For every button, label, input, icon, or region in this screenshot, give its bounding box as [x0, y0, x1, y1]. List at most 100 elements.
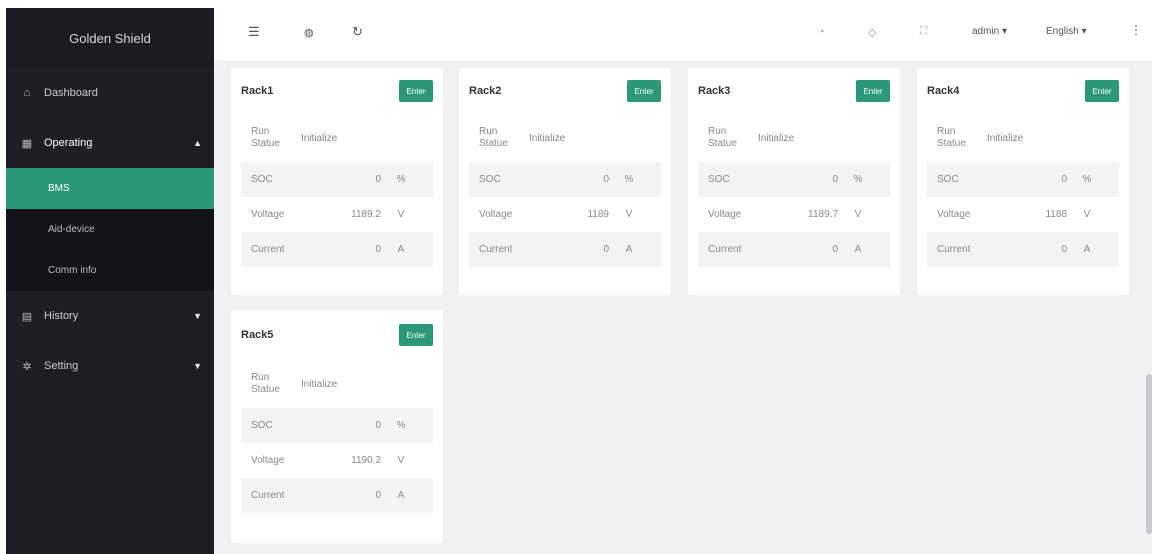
tag-icon[interactable]: ◇	[868, 26, 876, 39]
soc-unit: %	[396, 420, 406, 431]
soc-value: 0	[375, 174, 381, 185]
more-vertical-icon[interactable]: ⋮	[1130, 23, 1142, 37]
enter-button[interactable]: Enter	[399, 324, 433, 346]
enter-button[interactable]: Enter	[856, 80, 890, 102]
run-status-label: Run Statue	[479, 126, 508, 149]
current-label: Current	[251, 490, 285, 501]
sidebar-item-label: Setting	[44, 360, 79, 372]
voltage-label: Voltage	[479, 209, 513, 220]
run-status-row: Run Statue Initialize	[698, 114, 890, 162]
current-unit: A	[1083, 244, 1091, 255]
main-content: Rack1 Enter Run Statue Initialize SOC 0 …	[214, 62, 1152, 554]
sidebar-item-bms[interactable]: BMS	[6, 168, 214, 209]
voltage-value: 1189.7	[808, 209, 838, 220]
voltage-label: Voltage	[251, 209, 285, 220]
run-status-value: Initialize	[529, 132, 566, 144]
globe-icon[interactable]: ◍	[304, 26, 314, 39]
current-row: Current 0 A	[241, 478, 433, 513]
run-status-row: Run Statue Initialize	[241, 360, 433, 408]
menu-toggle-icon[interactable]: ☰	[248, 24, 260, 40]
soc-value: 0	[1061, 174, 1067, 185]
soc-row: SOC 0 %	[927, 162, 1119, 197]
rack-title: Rack3	[698, 85, 731, 97]
voltage-label: Voltage	[708, 209, 742, 220]
rack-card: Rack3 Enter Run Statue Initialize SOC 0 …	[688, 68, 900, 295]
home-icon: ⌂	[23, 87, 31, 99]
vertical-scrollbar[interactable]	[1146, 374, 1152, 534]
enter-button[interactable]: Enter	[1085, 80, 1119, 102]
soc-row: SOC 0 %	[241, 162, 433, 197]
voltage-row: Voltage 1188 V	[927, 197, 1119, 232]
sidebar-item-label: Dashboard	[44, 87, 98, 99]
run-status-label: Run Statue	[251, 372, 280, 395]
sidebar-item-history[interactable]: ▤ History ▼	[6, 291, 214, 341]
rack-card: Rack1 Enter Run Statue Initialize SOC 0 …	[231, 68, 443, 295]
soc-label: SOC	[251, 420, 273, 431]
current-label: Current	[479, 244, 513, 255]
sidebar-item-aid-device[interactable]: Aid-device	[6, 209, 214, 250]
sidebar-item-label: History	[44, 310, 79, 322]
voltage-row: Voltage 1189 V	[469, 197, 661, 232]
soc-row: SOC 0 %	[241, 408, 433, 443]
rack-card: Rack4 Enter Run Statue Initialize SOC 0 …	[917, 68, 1129, 295]
run-status-row: Run Statue Initialize	[927, 114, 1119, 162]
rack-title: Rack1	[241, 85, 274, 97]
fullscreen-icon[interactable]: ⛶	[920, 26, 927, 37]
current-value: 0	[603, 244, 609, 255]
palette-icon[interactable]: ◔	[818, 26, 825, 38]
current-unit: A	[854, 244, 862, 255]
run-status-row: Run Statue Initialize	[241, 114, 433, 162]
voltage-unit: V	[397, 455, 405, 466]
rack-card: Rack2 Enter Run Statue Initialize SOC 0 …	[459, 68, 671, 295]
sidebar-item-setting[interactable]: ✲ Setting ▼	[6, 341, 214, 391]
current-label: Current	[937, 244, 971, 255]
enter-button[interactable]: Enter	[627, 80, 661, 102]
current-unit: A	[397, 244, 405, 255]
voltage-value: 1189	[587, 209, 609, 220]
caret-down-icon: ▼	[193, 311, 202, 321]
voltage-unit: V	[854, 209, 862, 220]
current-value: 0	[832, 244, 838, 255]
voltage-value: 1188	[1045, 209, 1067, 220]
soc-row: SOC 0 %	[469, 162, 661, 197]
refresh-icon[interactable]: ↻	[352, 24, 363, 40]
soc-label: SOC	[479, 174, 501, 185]
sidebar-item-dashboard[interactable]: ⌂ Dashboard	[6, 68, 214, 118]
current-label: Current	[251, 244, 285, 255]
rack-title: Rack2	[469, 85, 502, 97]
top-bar: ☰ ◍ ↻ ◔ ◇ ⛶ admin ▾ English ▾ ⋮	[214, 8, 1152, 62]
sidebar-item-operating[interactable]: ▦ Operating ▲	[6, 118, 214, 168]
current-value: 0	[375, 244, 381, 255]
soc-unit: %	[853, 174, 863, 185]
voltage-value: 1190.2	[351, 455, 381, 466]
user-name: admin	[972, 26, 1000, 37]
caret-down-icon: ▼	[193, 361, 202, 371]
soc-label: SOC	[708, 174, 730, 185]
soc-unit: %	[1082, 174, 1092, 185]
app-title: Golden Shield	[6, 8, 214, 68]
voltage-unit: V	[397, 209, 405, 220]
sidebar: Golden Shield ⌂ Dashboard ▦ Operating ▲ …	[6, 8, 214, 554]
current-label: Current	[708, 244, 742, 255]
language-select[interactable]: English ▾	[1046, 26, 1087, 37]
enter-button[interactable]: Enter	[399, 80, 433, 102]
soc-row: SOC 0 %	[698, 162, 890, 197]
user-menu[interactable]: admin ▾	[972, 26, 1007, 37]
voltage-unit: V	[625, 209, 633, 220]
sidebar-item-comm-info[interactable]: Comm info	[6, 250, 214, 291]
voltage-row: Voltage 1189.2 V	[241, 197, 433, 232]
rack-title: Rack5	[241, 329, 274, 341]
soc-unit: %	[624, 174, 634, 185]
current-unit: A	[625, 244, 633, 255]
run-status-label: Run Statue	[708, 126, 737, 149]
caret-up-icon: ▲	[193, 138, 202, 148]
voltage-label: Voltage	[937, 209, 971, 220]
voltage-row: Voltage 1190.2 V	[241, 443, 433, 478]
rack-card: Rack5 Enter Run Statue Initialize SOC 0 …	[231, 310, 443, 543]
voltage-unit: V	[1083, 209, 1091, 220]
soc-label: SOC	[251, 174, 273, 185]
run-status-value: Initialize	[301, 378, 338, 390]
soc-unit: %	[396, 174, 406, 185]
run-status-value: Initialize	[987, 132, 1024, 144]
soc-value: 0	[603, 174, 609, 185]
